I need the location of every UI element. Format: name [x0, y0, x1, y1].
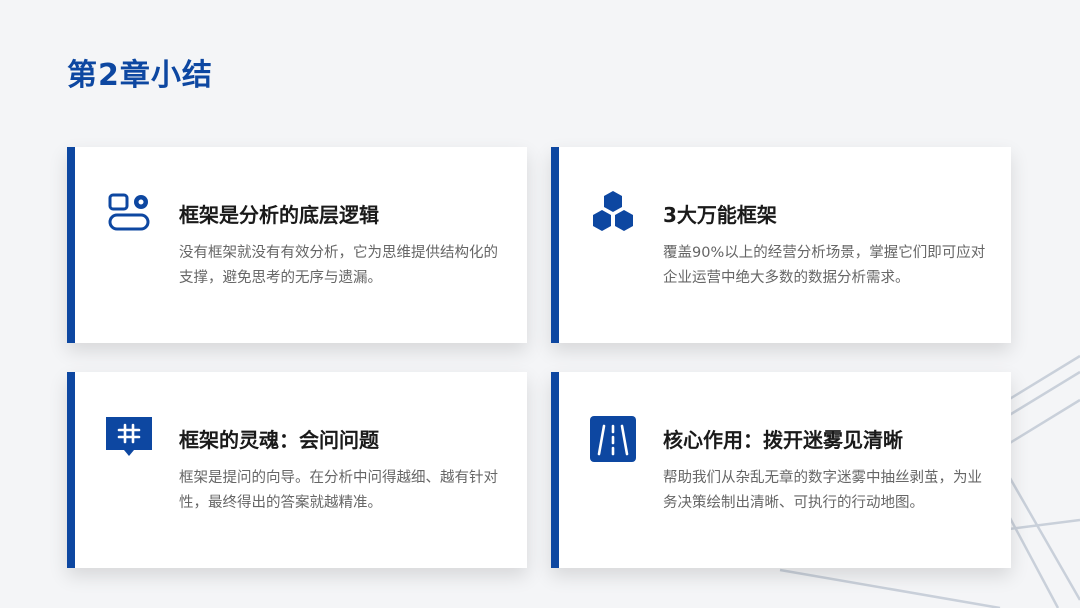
- toggle-settings-icon: [108, 193, 150, 231]
- road-icon: [590, 416, 636, 462]
- card-title: 框架的灵魂：会问问题: [179, 428, 379, 452]
- summary-card-framework-logic: 框架是分析的底层逻辑 没有框架就没有有效分析，它为思维提供结构化的支撑，避免思考…: [67, 147, 527, 343]
- summary-card-three-frameworks: 3大万能框架 覆盖90%以上的经营分析场景，掌握它们即可应对企业运营中绝大多数的…: [551, 147, 1011, 343]
- card-description: 覆盖90%以上的经营分析场景，掌握它们即可应对企业运营中绝大多数的数据分析需求。: [663, 245, 986, 286]
- page-title: 第2章小结: [67, 58, 213, 93]
- hexagon-cluster-icon: [593, 191, 633, 231]
- card-description: 框架是提问的向导。在分析中问得越细、越有针对性，最终得出的答案就越精准。: [179, 470, 498, 511]
- card-title: 核心作用：拨开迷雾见清晰: [663, 428, 903, 452]
- summary-card-core-role: 核心作用：拨开迷雾见清晰 帮助我们从杂乱无章的数字迷雾中抽丝剥茧，为业务决策绘制…: [551, 372, 1011, 568]
- hashtag-chat-icon: [106, 417, 152, 456]
- card-title: 框架是分析的底层逻辑: [179, 203, 379, 227]
- card-description: 没有框架就没有有效分析，它为思维提供结构化的支撑，避免思考的无序与遗漏。: [179, 245, 498, 286]
- card-title: 3大万能框架: [663, 203, 777, 227]
- card-description: 帮助我们从杂乱无章的数字迷雾中抽丝剥茧，为业务决策绘制出清晰、可执行的行动地图。: [663, 470, 982, 511]
- summary-card-ask-questions: 框架的灵魂：会问问题 框架是提问的向导。在分析中问得越细、越有针对性，最终得出的…: [67, 372, 527, 568]
